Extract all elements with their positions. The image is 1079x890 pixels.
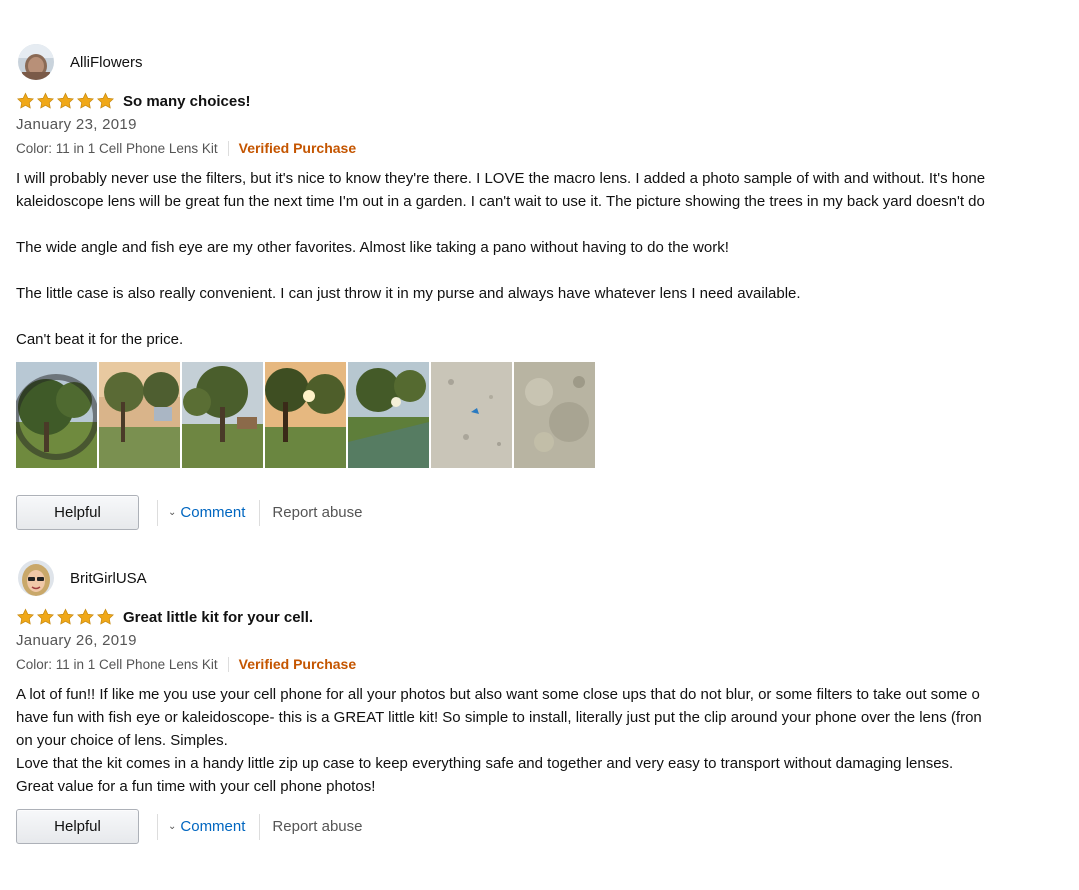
comment-link[interactable]: ⌄ Comment [168, 504, 245, 521]
star-rating[interactable] [16, 608, 115, 626]
review-text-line: A lot of fun!! If like me you use your c… [16, 686, 980, 703]
comment-label: Comment [180, 504, 246, 521]
comment-label: Comment [180, 818, 246, 835]
review-photo-thumbnail[interactable] [514, 362, 595, 468]
review-text-line: Great value for a fun time with your cel… [16, 778, 376, 795]
review-actions: Helpful ⌄ Comment Report abuse [16, 809, 362, 844]
review-title[interactable]: Great little kit for your cell. [123, 609, 313, 626]
star-icon [37, 608, 54, 625]
action-divider [157, 813, 158, 840]
verified-purchase-badge: Verified Purchase [238, 140, 357, 156]
review-photo-thumbnail[interactable] [182, 362, 263, 468]
review-photo-thumbnail[interactable] [431, 362, 512, 468]
color-option[interactable]: Color: 11 in 1 Cell Phone Lens Kit [16, 657, 218, 672]
review-photo-thumbnail[interactable] [99, 362, 180, 468]
chevron-down-icon: ⌄ [168, 507, 177, 518]
star-icon [77, 92, 94, 109]
report-abuse-link[interactable]: Report abuse [272, 818, 362, 835]
review-photo-thumbnail[interactable] [348, 362, 429, 468]
star-icon [97, 92, 114, 109]
report-abuse-link[interactable]: Report abuse [272, 504, 362, 521]
reviewer-name[interactable]: AlliFlowers [70, 54, 143, 71]
review-text-line: kaleidoscope lens will be great fun the … [16, 193, 985, 210]
review-actions: Helpful ⌄ Comment Report abuse [16, 495, 362, 530]
review-text-line: I will probably never use the filters, b… [16, 170, 986, 187]
review-text-line: The little case is also really convenien… [16, 285, 801, 302]
chevron-down-icon: ⌄ [168, 821, 177, 832]
helpful-button[interactable]: Helpful [16, 495, 139, 530]
star-icon [57, 608, 74, 625]
helpful-button[interactable]: Helpful [16, 809, 139, 844]
review-meta: Color: 11 in 1 Cell Phone Lens Kit Verif… [16, 140, 356, 156]
comment-link[interactable]: ⌄ Comment [168, 818, 245, 835]
action-divider [259, 499, 261, 526]
reviewer-profile[interactable]: BritGirlUSA [18, 560, 147, 596]
star-icon [17, 92, 34, 109]
review-body: I will probably never use the filters, b… [16, 167, 1079, 351]
action-divider [157, 499, 158, 526]
review-text-line: have fun with fish eye or kaleidoscope- … [16, 709, 982, 726]
verified-purchase-badge: Verified Purchase [238, 656, 357, 672]
review-body: A lot of fun!! If like me you use your c… [16, 683, 1079, 798]
avatar[interactable] [18, 560, 54, 596]
reviewer-name[interactable]: BritGirlUSA [70, 570, 147, 587]
review-photos [16, 362, 595, 468]
rating-row: So many choices! [16, 92, 251, 110]
star-icon [97, 608, 114, 625]
review-meta: Color: 11 in 1 Cell Phone Lens Kit Verif… [16, 656, 356, 672]
meta-divider [227, 140, 229, 156]
review-title[interactable]: So many choices! [123, 93, 251, 110]
star-icon [57, 92, 74, 109]
review-photo-thumbnail[interactable] [16, 362, 97, 468]
review-date: January 26, 2019 [16, 632, 137, 649]
review-photo-thumbnail[interactable] [265, 362, 346, 468]
color-option[interactable]: Color: 11 in 1 Cell Phone Lens Kit [16, 141, 218, 156]
rating-row: Great little kit for your cell. [16, 608, 313, 626]
reviewer-profile[interactable]: AlliFlowers [18, 44, 143, 80]
review-text-line: The wide angle and fish eye are my other… [16, 239, 729, 256]
star-icon [77, 608, 94, 625]
action-divider [259, 813, 261, 840]
star-icon [17, 608, 34, 625]
review-text-line: Love that the kit comes in a handy littl… [16, 755, 954, 772]
star-rating[interactable] [16, 92, 115, 110]
review-date: January 23, 2019 [16, 116, 137, 133]
review-text-line: Can't beat it for the price. [16, 331, 184, 348]
meta-divider [227, 656, 229, 672]
star-icon [37, 92, 54, 109]
avatar[interactable] [18, 44, 54, 80]
review-text-line: on your choice of lens. Simples. [16, 732, 228, 749]
